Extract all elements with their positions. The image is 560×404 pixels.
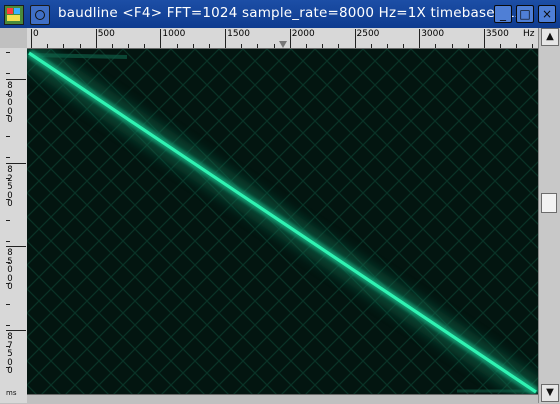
- ruler-tick: [532, 44, 534, 48]
- ruler-tick: [386, 44, 388, 48]
- time-label: 80000: [7, 81, 13, 125]
- time-tick: [6, 330, 26, 331]
- frequency-cursor-marker[interactable]: [279, 41, 287, 48]
- ruler-tick: [79, 44, 81, 48]
- window-menu-ring: [35, 10, 45, 20]
- time-tick: [6, 79, 26, 80]
- frequency-label: 1500: [227, 29, 250, 39]
- scroll-thumb[interactable]: [541, 193, 557, 213]
- frequency-label: 0: [33, 29, 39, 39]
- ruler-tick: [111, 44, 113, 48]
- ruler-tick: [63, 44, 65, 48]
- time-minor-tick: [6, 304, 10, 305]
- frequency-label: 500: [97, 29, 115, 39]
- app-icon-yellow-block: [7, 15, 20, 21]
- ruler-tick: [403, 44, 405, 48]
- time-unit-label: ms: [0, 383, 27, 403]
- time-minor-tick: [6, 199, 10, 200]
- frequency-label: 2500: [356, 29, 380, 39]
- time-minor-tick: [6, 115, 10, 116]
- scroll-up-button[interactable]: ▲: [541, 28, 559, 46]
- time-label: 87500: [7, 332, 13, 376]
- ruler-tick: [31, 29, 32, 48]
- window-menu-icon[interactable]: [30, 5, 50, 25]
- ruler-tick: [273, 44, 275, 48]
- frequency-unit-label: Hz: [523, 29, 535, 39]
- time-minor-tick: [6, 367, 10, 368]
- ruler-tick: [500, 44, 502, 48]
- ruler-tick: [128, 44, 130, 48]
- arrow-up-icon: ▲: [546, 31, 554, 42]
- ruler-tick: [451, 44, 453, 48]
- ruler-tick: [516, 44, 518, 48]
- time-label: 85000: [7, 248, 13, 292]
- maximize-button[interactable]: □: [516, 5, 534, 23]
- ruler-tick: [322, 44, 324, 48]
- app-icon-red-block: [7, 8, 13, 14]
- time-label: 82500: [7, 165, 13, 209]
- spectrogram-display[interactable]: [27, 49, 538, 394]
- time-minor-tick: [6, 241, 10, 242]
- app-icon-blue-block: [14, 8, 20, 14]
- ruler-tick: [370, 44, 372, 48]
- ruler-tick: [338, 44, 340, 48]
- ruler-tick: [192, 44, 194, 48]
- time-tick: [6, 246, 26, 247]
- time-minor-tick: [6, 136, 10, 137]
- maximize-icon: □: [519, 7, 531, 21]
- baudline-app-icon[interactable]: [4, 5, 24, 25]
- time-minor-tick: [6, 262, 10, 263]
- time-minor-tick: [6, 283, 10, 284]
- frequency-label: 1000: [162, 29, 186, 39]
- time-minor-tick: [6, 178, 10, 179]
- time-axis[interactable]: 80000 82500 85000 87500: [0, 48, 28, 403]
- title-bar[interactable]: baudline <F4> FFT=1024 sample_rate=8000 …: [0, 0, 560, 28]
- ruler-tick: [305, 44, 307, 48]
- ruler-tick: [47, 44, 49, 48]
- time-minor-tick: [6, 346, 10, 347]
- scroll-down-button[interactable]: ▼: [541, 384, 559, 402]
- time-minor-tick: [6, 52, 10, 53]
- close-button[interactable]: ×: [538, 5, 556, 23]
- ruler-tick: [208, 44, 210, 48]
- frequency-label: 3000: [421, 29, 445, 39]
- ruler-tick: [483, 29, 485, 48]
- frequency-label: 2000: [291, 29, 315, 39]
- ruler-tick: [289, 29, 291, 48]
- minimize-icon: _: [500, 7, 506, 21]
- time-minor-tick: [6, 157, 10, 158]
- minimize-button[interactable]: _: [494, 5, 512, 23]
- ruler-tick: [144, 44, 146, 48]
- ruler-tick: [419, 29, 421, 48]
- ruler-tick: [160, 29, 162, 48]
- time-minor-tick: [6, 325, 10, 326]
- ruler-tick: [241, 44, 243, 48]
- frequency-label: 3500: [485, 29, 509, 39]
- window-title: baudline <F4> FFT=1024 sample_rate=8000 …: [58, 5, 525, 21]
- time-minor-tick: [6, 220, 10, 221]
- time-minor-tick: [6, 94, 10, 95]
- time-tick: [6, 163, 26, 164]
- ruler-tick: [225, 29, 227, 48]
- ruler-tick: [95, 29, 97, 48]
- ruler-tick: [467, 44, 469, 48]
- vertical-scrollbar[interactable]: ▲ ▼: [538, 28, 560, 403]
- ruler-tick: [435, 44, 437, 48]
- arrow-down-icon: ▼: [546, 387, 554, 398]
- time-minor-tick: [6, 73, 10, 74]
- ruler-tick: [354, 29, 356, 48]
- ruler-tick: [257, 44, 259, 48]
- baudline-window: baudline <F4> FFT=1024 sample_rate=8000 …: [0, 0, 560, 404]
- time-unit-text: ms: [6, 389, 17, 397]
- ruler-tick: [176, 44, 178, 48]
- close-icon: ×: [541, 7, 553, 21]
